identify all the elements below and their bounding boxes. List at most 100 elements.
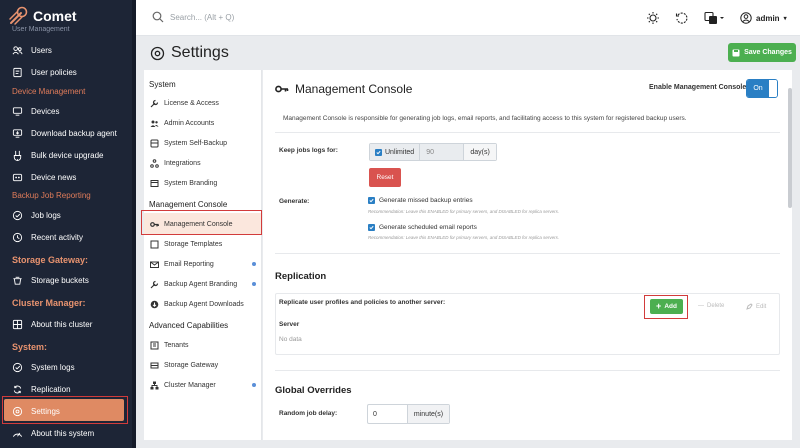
- delete-replication-button[interactable]: — Delete: [698, 303, 724, 309]
- settings-nav-label: Storage Templates: [164, 241, 223, 248]
- sidebar-item-replication[interactable]: Replication: [12, 382, 71, 396]
- enable-console-label: Enable Management Console:: [649, 84, 749, 91]
- sidebar-item-device-news[interactable]: Device news: [12, 170, 76, 184]
- unlimited-checkbox[interactable]: Unlimited: [370, 144, 421, 160]
- settings-nav-management-console[interactable]: Management Console: [150, 220, 233, 229]
- sidebar-item-bulk-device-upgrade[interactable]: Bulk device upgrade: [12, 148, 104, 162]
- settings-nav-agent-downloads[interactable]: Backup Agent Downloads: [150, 300, 244, 309]
- sidebar-item-system-logs[interactable]: System logs: [12, 360, 75, 374]
- save-changes-label: Save Changes: [744, 49, 792, 56]
- sidebar-item-job-logs[interactable]: Job logs: [12, 208, 61, 222]
- settings-nav-self-backup[interactable]: System Self-Backup: [150, 139, 227, 148]
- sidebar-item-label: About this system: [31, 428, 95, 438]
- reset-button[interactable]: Reset: [369, 168, 401, 187]
- sidebar-item-storage-buckets[interactable]: Storage buckets: [12, 273, 89, 287]
- keep-logs-unit: day(s): [464, 144, 496, 160]
- sidebar-item-recent-activity[interactable]: Recent activity: [12, 230, 83, 244]
- page-title-text: Settings: [171, 44, 229, 61]
- settings-nav-system-branding[interactable]: System Branding: [150, 179, 217, 188]
- generate-missed-hint: Recommendation: Leave this ENABLED for p…: [368, 209, 560, 214]
- add-replication-button[interactable]: + Add: [650, 299, 683, 314]
- sidebar-section-storage-gateway: Storage Gateway:: [12, 255, 89, 265]
- settings-nav-storage-templates[interactable]: Storage Templates: [150, 240, 222, 249]
- edit-replication-button[interactable]: Edit: [746, 303, 766, 310]
- random-delay-label: Random job delay:: [279, 410, 338, 417]
- keep-logs-days-input[interactable]: 90: [420, 144, 465, 160]
- sidebar-item-user-policies[interactable]: User policies: [12, 65, 77, 79]
- settings-nav-cluster-manager[interactable]: Cluster Manager: [150, 381, 216, 390]
- backup-icon: [150, 139, 159, 148]
- checkbox-checked-icon: [368, 224, 375, 231]
- sidebar-item-about-system[interactable]: About this system: [12, 426, 94, 440]
- settings-nav-heading: Management Console: [149, 200, 228, 209]
- settings-nav-label: Cluster Manager: [164, 382, 216, 389]
- random-delay-unit: minute(s): [408, 405, 449, 423]
- sidebar-item-devices[interactable]: Devices: [12, 104, 59, 118]
- language-icon[interactable]: [704, 11, 724, 25]
- settings-nav-storage-gateway[interactable]: Storage Gateway: [150, 361, 218, 370]
- sidebar-item-about-cluster[interactable]: About this cluster: [12, 317, 92, 331]
- admin-users-icon: [150, 119, 159, 128]
- top-bar: Search... (Alt + Q) admin ▾: [136, 0, 800, 36]
- generate-email-checkbox[interactable]: Generate scheduled email reports: [368, 224, 477, 231]
- users-icon: [12, 45, 23, 56]
- search-input[interactable]: Search... (Alt + Q): [170, 13, 234, 22]
- generate-label: Generate:: [279, 198, 310, 205]
- sidebar-scrollbar[interactable]: [132, 0, 136, 448]
- generate-missed-checkbox[interactable]: Generate missed backup entries: [368, 197, 473, 204]
- email-icon: [150, 260, 159, 269]
- sidebar: Comet User Management Users User policie…: [0, 0, 136, 448]
- settings-nav-integrations[interactable]: Integrations: [150, 159, 201, 168]
- sidebar-item-settings[interactable]: Settings: [12, 404, 60, 418]
- settings-nav-label: Backup Agent Downloads: [164, 301, 244, 308]
- settings-nav-admin-accounts[interactable]: Admin Accounts: [150, 119, 214, 128]
- settings-nav-label: System Self-Backup: [164, 140, 228, 147]
- edit-label: Edit: [756, 303, 767, 310]
- divider: [275, 370, 780, 371]
- enable-console-toggle[interactable]: On: [746, 79, 778, 98]
- sidebar-section-system: System:: [12, 342, 48, 352]
- random-delay-input[interactable]: 0: [368, 405, 408, 423]
- sidebar-item-label: Users: [31, 45, 52, 55]
- settings-nav-label: License & Access: [164, 100, 219, 107]
- settings-nav-label: Tenants: [164, 342, 189, 349]
- download-icon: [12, 128, 23, 139]
- comet-logo-icon: [9, 6, 28, 25]
- settings-icon: [12, 406, 23, 417]
- sidebar-item-users[interactable]: Users: [12, 43, 52, 57]
- key-icon: [150, 220, 159, 229]
- server-column-header: Server: [279, 321, 300, 328]
- generate-email-label: Generate scheduled email reports: [379, 224, 477, 231]
- device-icon: [12, 106, 23, 117]
- clock-icon: [12, 232, 23, 243]
- content-scrollbar[interactable]: [788, 88, 792, 208]
- checkbox-checked-icon: [368, 197, 375, 204]
- about-icon: [12, 428, 23, 439]
- sidebar-item-label: Device news: [31, 172, 77, 182]
- sidebar-section-cluster-manager: Cluster Manager:: [12, 298, 86, 308]
- theme-toggle-icon[interactable]: [646, 11, 660, 25]
- bucket-icon: [12, 275, 23, 286]
- unlimited-label: Unlimited: [385, 148, 415, 156]
- settings-nav-agent-branding[interactable]: Backup Agent Branding: [150, 280, 237, 289]
- sidebar-section-backup-job-reporting: Backup Job Reporting: [12, 191, 91, 200]
- settings-nav-heading: Advanced Capabilities: [149, 321, 229, 330]
- brand[interactable]: Comet: [8, 6, 77, 26]
- settings-nav-label: System Branding: [164, 180, 218, 187]
- pencil-icon: [746, 303, 753, 310]
- sidebar-item-download-backup-agent[interactable]: Download backup agent: [12, 126, 117, 140]
- history-icon[interactable]: [675, 11, 689, 25]
- replication-label: Replicate user profiles and policies to …: [279, 299, 446, 306]
- user-menu[interactable]: admin ▾: [740, 12, 787, 24]
- sidebar-item-label: Devices: [31, 106, 60, 116]
- sidebar-item-label: Replication: [31, 384, 71, 394]
- settings-nav-license[interactable]: License & Access: [150, 99, 219, 108]
- search-bar[interactable]: Search... (Alt + Q): [152, 11, 234, 23]
- settings-nav-tenants[interactable]: Tenants: [150, 341, 189, 350]
- sidebar-item-label: User policies: [31, 67, 77, 77]
- generate-email-hint: Recommendation: Leave this ENABLED for p…: [368, 235, 560, 240]
- search-icon: [152, 11, 164, 23]
- save-changes-button[interactable]: Save Changes: [728, 43, 796, 62]
- settings-nav-email-reporting[interactable]: Email Reporting: [150, 260, 214, 269]
- keep-logs-input-group: Unlimited 90 day(s): [369, 143, 497, 161]
